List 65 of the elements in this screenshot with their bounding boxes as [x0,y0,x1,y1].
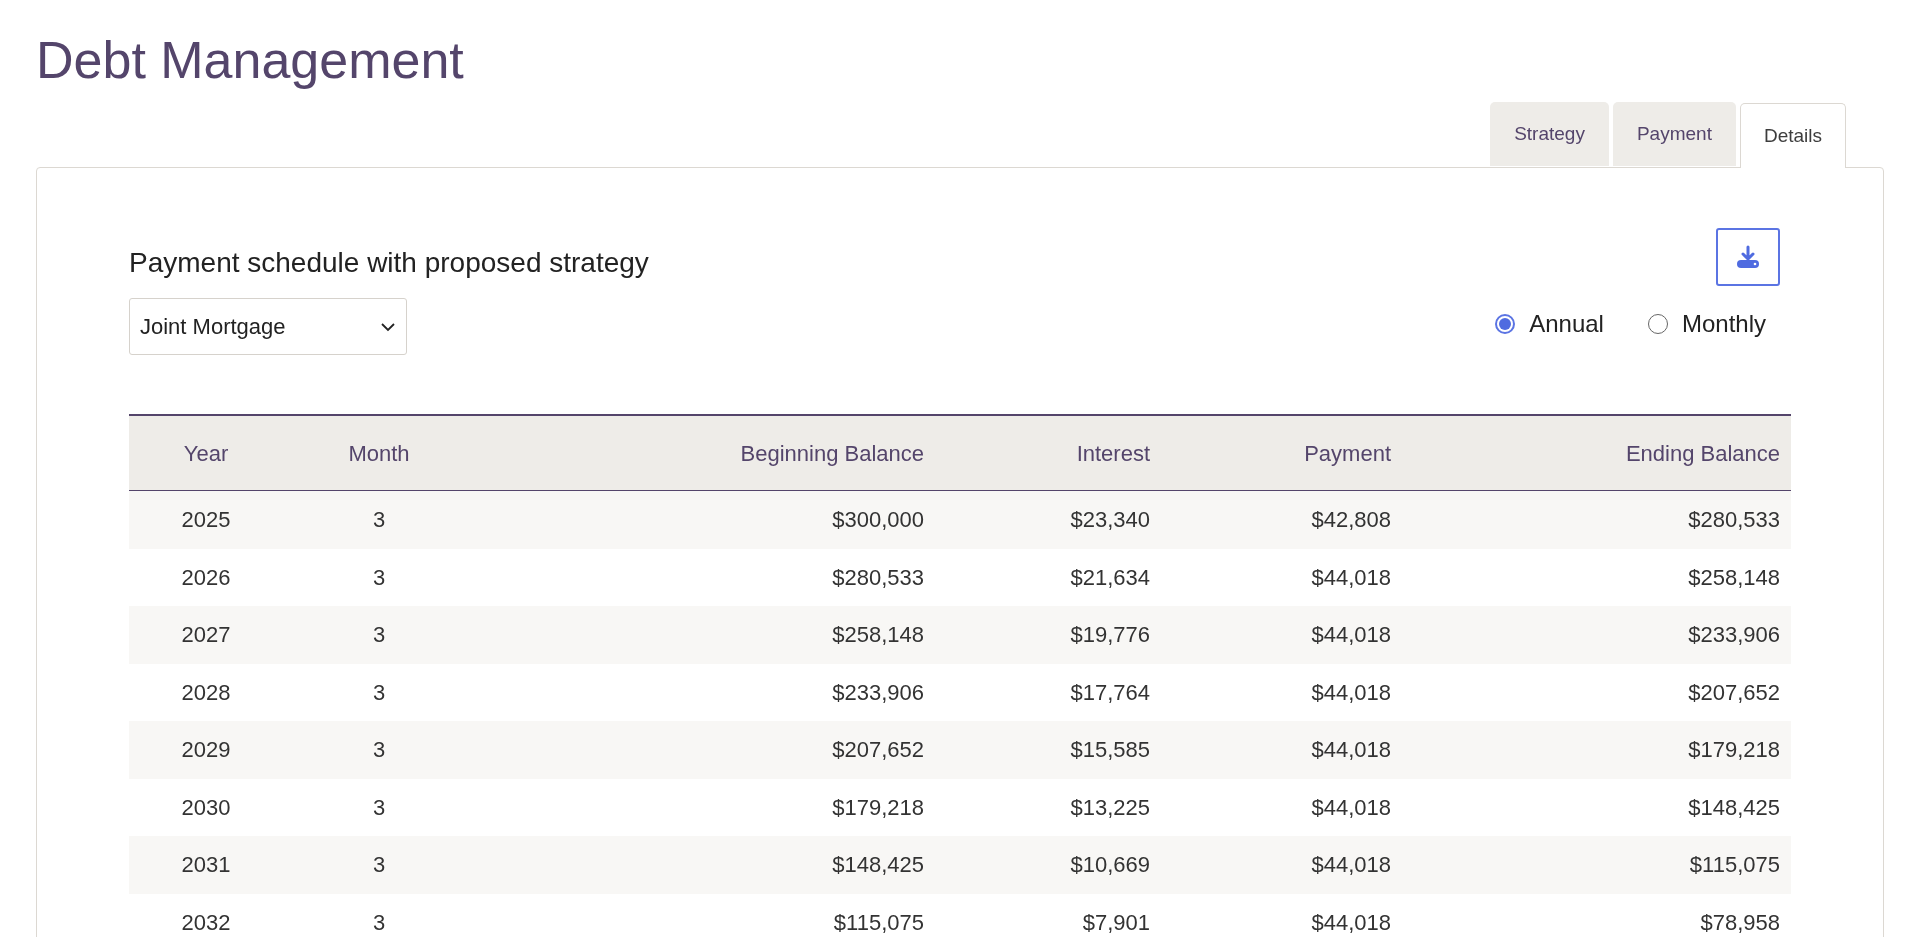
table-cell-text: $42,808 [1311,506,1391,535]
table-cell-text: $300,000 [832,506,924,535]
table-cell-text: $23,340 [1070,506,1150,535]
column-header: Year [183,439,229,468]
table-cell-text: $44,018 [1311,851,1391,880]
table-cell-text: $207,652 [832,736,924,765]
table-cell-text: $19,776 [1070,621,1150,650]
table-cell-text: $148,425 [832,851,924,880]
period-radio[interactable]: Annual [1495,306,1604,342]
table-cell-text: 2028 [181,678,231,707]
tab[interactable]: Payment [1612,102,1736,166]
table-cell-text: 3 [372,736,386,765]
table-cell-text: $21,634 [1070,563,1150,592]
table-cell-text: $258,148 [832,621,924,650]
table-cell-text: $78,958 [1700,908,1780,937]
table-cell-text: 2029 [181,736,231,765]
table-cell-text: $44,018 [1311,793,1391,822]
table-cell-text: $179,218 [832,793,924,822]
table-cell-text: 3 [372,678,386,707]
table-cell-text: $44,018 [1311,563,1391,592]
table-cell-text: $115,075 [833,908,924,937]
column-header: Beginning Balance [740,439,924,468]
table-cell-text: $115,075 [1689,851,1780,880]
table-cell-text: $280,533 [1688,506,1780,535]
table-cell-text: $280,533 [832,563,924,592]
download-icon [1735,244,1761,270]
table-cell-text: 3 [372,621,386,650]
column-header: Month [348,439,410,468]
debt-select[interactable]: Joint Mortgage [129,298,407,355]
table-cell-text: $148,425 [1688,793,1780,822]
table-cell-text: $233,906 [1688,621,1780,650]
table-cell-text: $207,652 [1688,678,1780,707]
table-cell-text: $7,901 [1082,908,1150,937]
table-cell-text: 2031 [181,851,231,880]
table-cell-text: 2026 [181,563,231,592]
table-cell-text: 2025 [181,506,231,535]
column-header: Payment [1304,439,1391,468]
table-cell-text: $10,669 [1070,851,1150,880]
table-cell-text: 3 [372,908,386,937]
column-header: Interest [1076,439,1150,468]
table-cell-text: $179,218 [1688,736,1780,765]
download-button[interactable] [1716,228,1780,286]
table-cell-text: 2027 [181,621,231,650]
table-cell-text: $258,148 [1688,563,1780,592]
table-cell-text: $44,018 [1311,621,1391,650]
table-cell-text: 2030 [181,793,231,822]
table-cell-text: $15,585 [1070,736,1150,765]
table-cell-text: $17,764 [1070,678,1150,707]
table-cell-text: $13,225 [1070,793,1150,822]
table-cell-text: 3 [372,851,386,880]
table-cell-text: 3 [372,506,386,535]
table-cell-text: 2032 [181,908,231,937]
tab[interactable]: Strategy [1490,102,1609,166]
tab[interactable]: Details [1739,103,1846,168]
column-header: Ending Balance [1625,439,1780,468]
table-cell-text: $44,018 [1311,678,1391,707]
section-heading: Payment schedule with proposed strategy [129,246,649,280]
table-cell-text: $233,906 [832,678,924,707]
table-cell-text: 3 [372,563,386,592]
page-title: Debt Management [36,30,464,91]
table-cell-text: 3 [372,793,386,822]
chevron-down-icon [380,321,396,332]
table-cell-text: $44,018 [1311,908,1391,937]
period-radio[interactable]: Monthly [1647,306,1766,342]
table-cell-text: $44,018 [1311,736,1391,765]
